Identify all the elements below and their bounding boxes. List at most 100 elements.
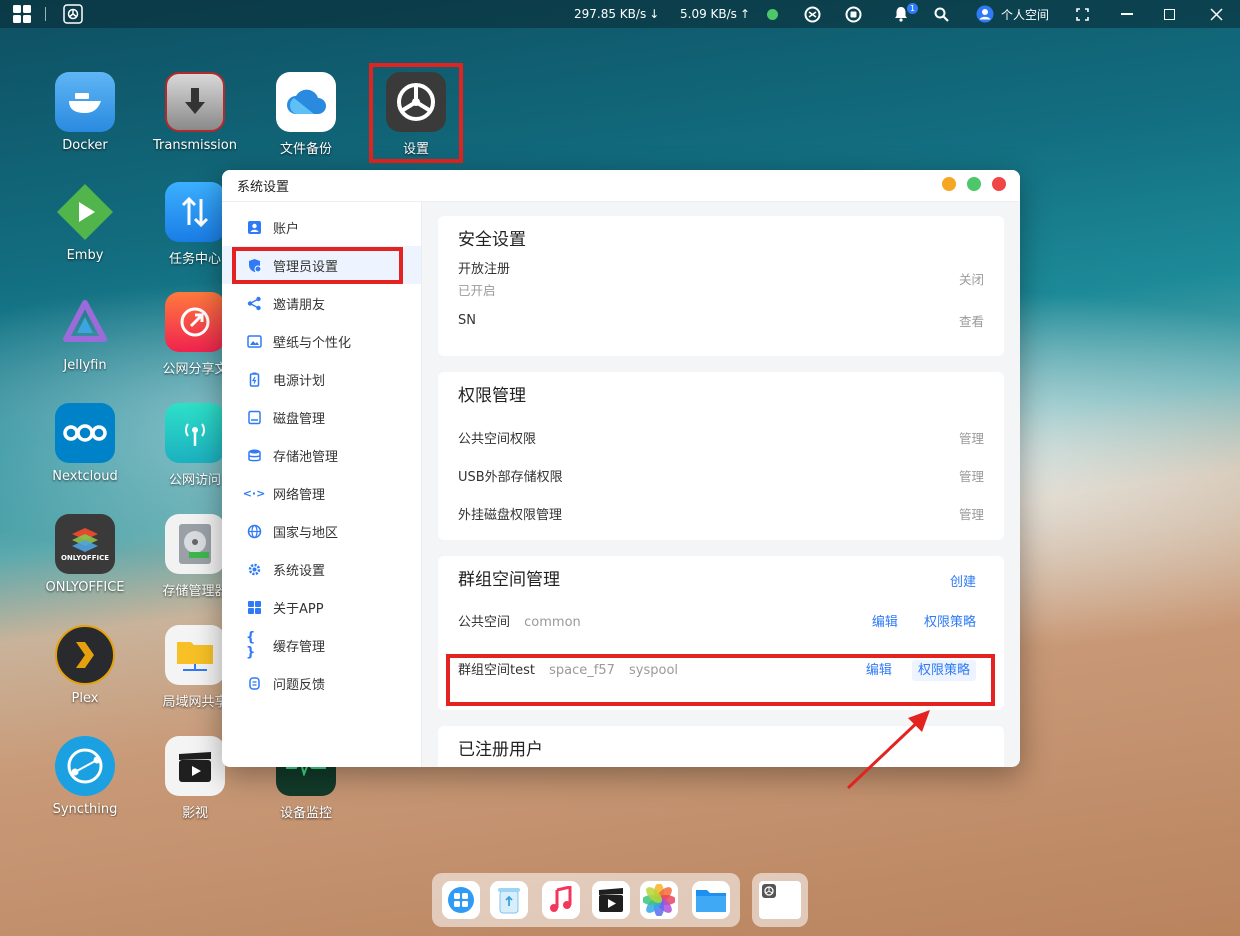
annotation-box-admin (232, 247, 403, 284)
start-menu-icon[interactable] (12, 0, 32, 28)
dock-recycle-bin-icon[interactable] (490, 881, 528, 919)
status-dot-icon[interactable] (767, 0, 778, 28)
close-dot-icon[interactable] (992, 177, 1006, 191)
sidebar-item-disk-management[interactable]: 磁盘管理 (222, 398, 421, 436)
transmission-icon (165, 72, 225, 132)
sidebar-item-storage-pool[interactable]: 存储池管理 (222, 436, 421, 474)
section-title: 群组空间管理 (458, 570, 560, 590)
app-label: Emby (66, 248, 104, 263)
dock-apps-icon[interactable] (442, 881, 480, 919)
sidebar-item-account[interactable]: 账户 (222, 208, 421, 246)
onlyoffice-icon: ONLYOFFICE (55, 514, 115, 574)
nextcloud-icon (55, 403, 115, 463)
permission-row: 外挂磁盘权限管理 管理 (458, 494, 984, 532)
annotation-box-settings (369, 63, 463, 163)
app-label: Docker (62, 138, 108, 153)
create-button[interactable]: 创建 (950, 571, 976, 590)
manage-button[interactable]: 管理 (959, 428, 984, 447)
sidebar-item-label: 系统设置 (273, 563, 326, 579)
sidebar-item-network[interactable]: <·> 网络管理 (222, 474, 421, 512)
settings-taskbar-icon[interactable] (63, 0, 83, 28)
sn-view-button[interactable]: 查看 (959, 311, 984, 330)
space-name: 公共空间 (458, 614, 511, 630)
annotation-box-group-space (446, 654, 995, 706)
edit-button[interactable]: 编辑 (872, 615, 898, 630)
braces-icon: { } (246, 630, 256, 660)
sidebar-item-feedback[interactable]: 问题反馈 (222, 664, 421, 702)
app-label: 影视 (181, 806, 208, 821)
desktop-app-syncthing[interactable]: Syncthing (30, 736, 140, 817)
desktop-app-transmission[interactable]: Transmission (140, 72, 250, 153)
policy-button[interactable]: 权限策略 (924, 615, 976, 630)
permission-row: 公共空间权限 管理 (458, 418, 984, 456)
emby-icon (55, 182, 115, 242)
sidebar-item-label: 国家与地区 (273, 525, 339, 541)
hard-drive-icon (165, 514, 225, 574)
desktop-app-file-backup[interactable]: 文件备份 (251, 72, 361, 157)
wallpaper-icon (246, 333, 262, 349)
task-center-icon (165, 182, 225, 242)
maximize-dot-icon[interactable] (967, 177, 981, 191)
dock-running-apps (752, 873, 808, 927)
sidebar-item-label: 邀请朋友 (273, 297, 326, 313)
desktop-app-plex[interactable]: Plex (30, 625, 140, 706)
sync-icon[interactable] (845, 0, 862, 28)
desktop-app-emby[interactable]: Emby (30, 182, 140, 263)
network-icon: <·> (242, 486, 266, 500)
group-space-row: 公共空间 common 编辑 权限策略 (458, 596, 976, 644)
app-label: Nextcloud (52, 469, 118, 484)
sidebar-item-invite-friends[interactable]: 邀请朋友 (222, 284, 421, 322)
battery-icon (246, 371, 262, 387)
sidebar-item-label: 存储池管理 (273, 449, 339, 465)
antenna-icon (165, 403, 225, 463)
minimize-icon[interactable] (1121, 0, 1133, 28)
maximize-icon[interactable] (1164, 0, 1175, 28)
sidebar-item-label: 关于APP (273, 601, 324, 617)
sidebar-item-about-app[interactable]: 关于APP (222, 588, 421, 626)
onlyoffice-logo-text: ONLYOFFICE (60, 554, 110, 562)
upload-speed: 5.09 KB/s ↑ (680, 0, 750, 28)
cloud-icon (276, 72, 336, 132)
search-icon[interactable] (934, 0, 949, 28)
sidebar-item-system-settings[interactable]: 系统设置 (222, 550, 421, 588)
sidebar-item-label: 缓存管理 (273, 639, 326, 655)
desktop-app-nextcloud[interactable]: Nextcloud (30, 403, 140, 484)
minimize-dot-icon[interactable] (942, 177, 956, 191)
disk-icon (246, 409, 262, 425)
sidebar-item-region[interactable]: 国家与地区 (222, 512, 421, 550)
feedback-icon (246, 675, 262, 691)
desktop-app-docker[interactable]: Docker (30, 72, 140, 153)
app-label: Syncthing (52, 802, 118, 817)
notification-bell-icon[interactable]: 1 (893, 0, 918, 28)
manage-button[interactable]: 管理 (959, 504, 984, 523)
dock-settings-preview-icon[interactable] (759, 881, 801, 919)
dock-photos-icon[interactable] (640, 881, 678, 919)
security-card: 安全设置 开放注册 已开启 关闭 SN 查看 (438, 216, 1004, 356)
dock-music-icon[interactable] (542, 881, 580, 919)
sidebar-item-label: 壁纸与个性化 (273, 335, 352, 351)
sidebar-item-cache[interactable]: { } 缓存管理 (222, 626, 421, 664)
sidebar-item-label: 网络管理 (273, 487, 326, 503)
user-space-menu[interactable]: 个人空间 (976, 0, 1049, 28)
dock-files-icon[interactable] (692, 881, 730, 919)
app-label: 设备监控 (279, 806, 332, 821)
fullscreen-icon[interactable] (1076, 0, 1089, 28)
open-register-label: 开放注册 (458, 261, 511, 277)
folder-network-icon (165, 625, 225, 685)
app-label: Plex (71, 691, 99, 706)
open-register-close-button[interactable]: 关闭 (959, 269, 984, 288)
dock-video-icon[interactable] (592, 881, 630, 919)
app-label: Transmission (153, 138, 237, 153)
sidebar-item-wallpaper[interactable]: 壁纸与个性化 (222, 322, 421, 360)
remote-access-icon[interactable] (804, 0, 821, 28)
jellyfin-icon (55, 292, 115, 352)
desktop-app-onlyoffice[interactable]: ONLYOFFICE ONLYOFFICE (30, 514, 140, 595)
dock (432, 873, 740, 927)
group-space-header: 群组空间管理 创建 (458, 568, 976, 592)
public-share-icon (165, 292, 225, 352)
desktop-app-jellyfin[interactable]: Jellyfin (30, 292, 140, 373)
manage-button[interactable]: 管理 (959, 466, 984, 485)
account-icon (246, 219, 262, 235)
close-icon[interactable] (1210, 0, 1223, 28)
sidebar-item-power-plan[interactable]: 电源计划 (222, 360, 421, 398)
